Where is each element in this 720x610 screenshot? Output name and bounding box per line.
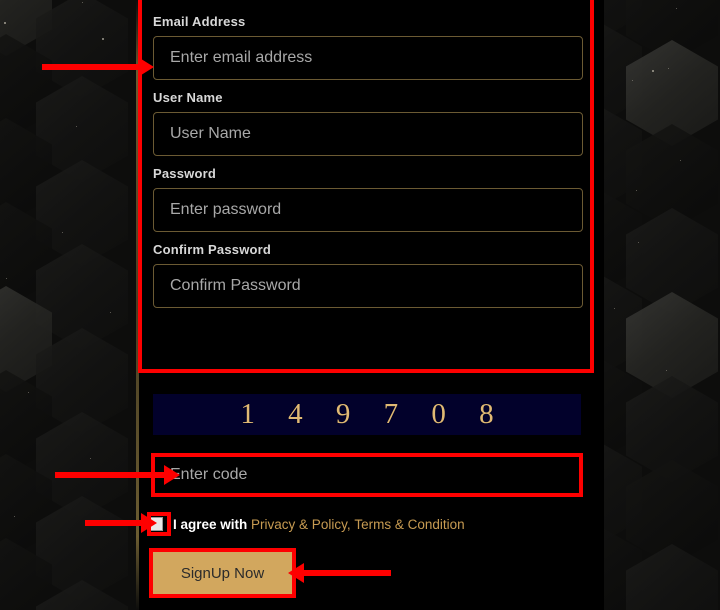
label-confirm-password: Confirm Password [153, 242, 272, 257]
signup-button[interactable]: SignUp Now [152, 551, 293, 595]
signup-page: Email Address User Name Password Confirm… [0, 0, 720, 610]
label-email: Email Address [153, 14, 246, 29]
email-input[interactable] [153, 36, 583, 80]
hex-pattern-left [0, 0, 150, 610]
agreement-checkbox[interactable] [149, 517, 163, 531]
password-input[interactable] [153, 188, 583, 232]
agreement-separator: , [346, 516, 351, 532]
field-email: Email Address [153, 14, 585, 80]
captcha-code-input[interactable] [153, 455, 581, 495]
username-input[interactable] [153, 112, 583, 156]
captcha-image: 1 4 9 7 0 8 [153, 394, 581, 435]
confirm-password-input[interactable] [153, 264, 583, 308]
agreement-prefix: I agree with [173, 516, 248, 532]
agreement-text: I agree with Privacy & Policy, Terms & C… [173, 517, 465, 532]
field-confirm-password: Confirm Password [153, 242, 585, 308]
label-username: User Name [153, 90, 223, 105]
captcha-code-text: 1 4 9 7 0 8 [240, 398, 507, 430]
terms-condition-link[interactable]: Terms & Condition [354, 517, 464, 532]
form-fields-group: Email Address User Name Password Confirm… [153, 14, 585, 318]
label-password: Password [153, 166, 217, 181]
agreement-row: I agree with Privacy & Policy, Terms & C… [149, 514, 465, 534]
field-password: Password [153, 166, 585, 232]
field-username: User Name [153, 90, 585, 156]
privacy-policy-link[interactable]: Privacy & Policy [251, 517, 347, 532]
